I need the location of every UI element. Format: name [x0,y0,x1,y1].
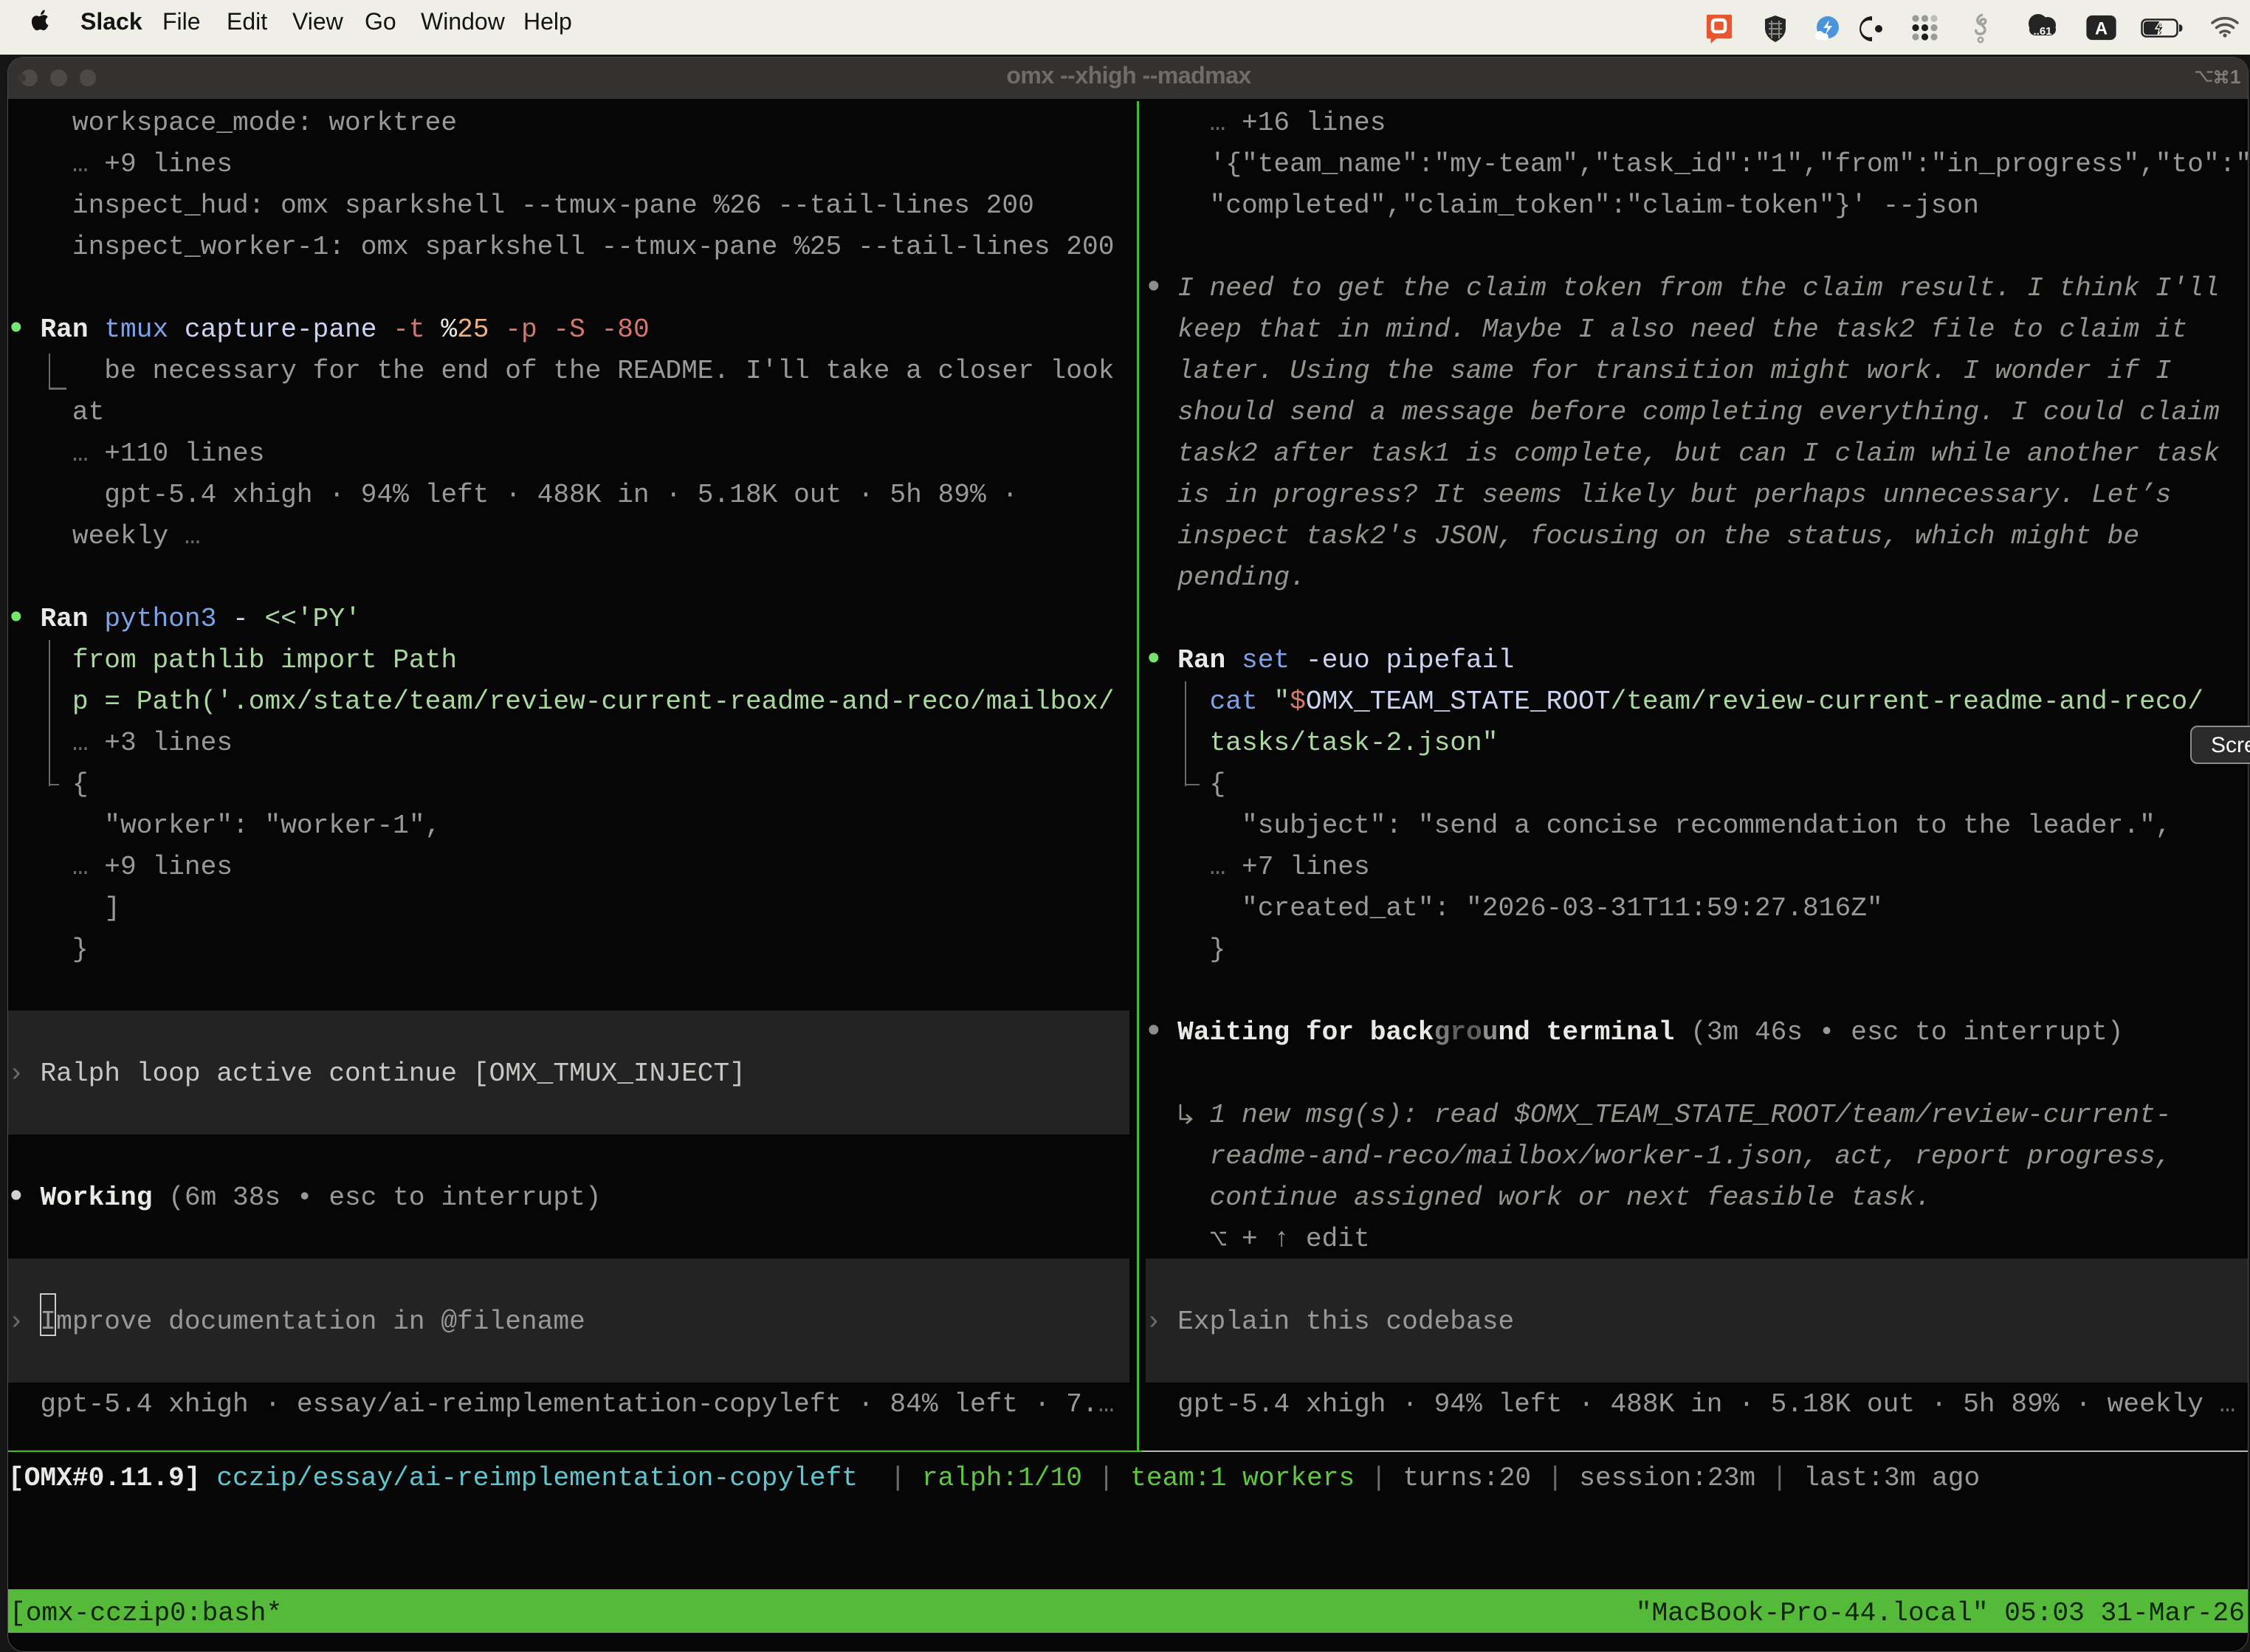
svg-text:..61: ..61 [2033,25,2051,38]
svg-text:1: 1 [2230,67,2240,86]
svg-text:A: A [2095,19,2108,38]
